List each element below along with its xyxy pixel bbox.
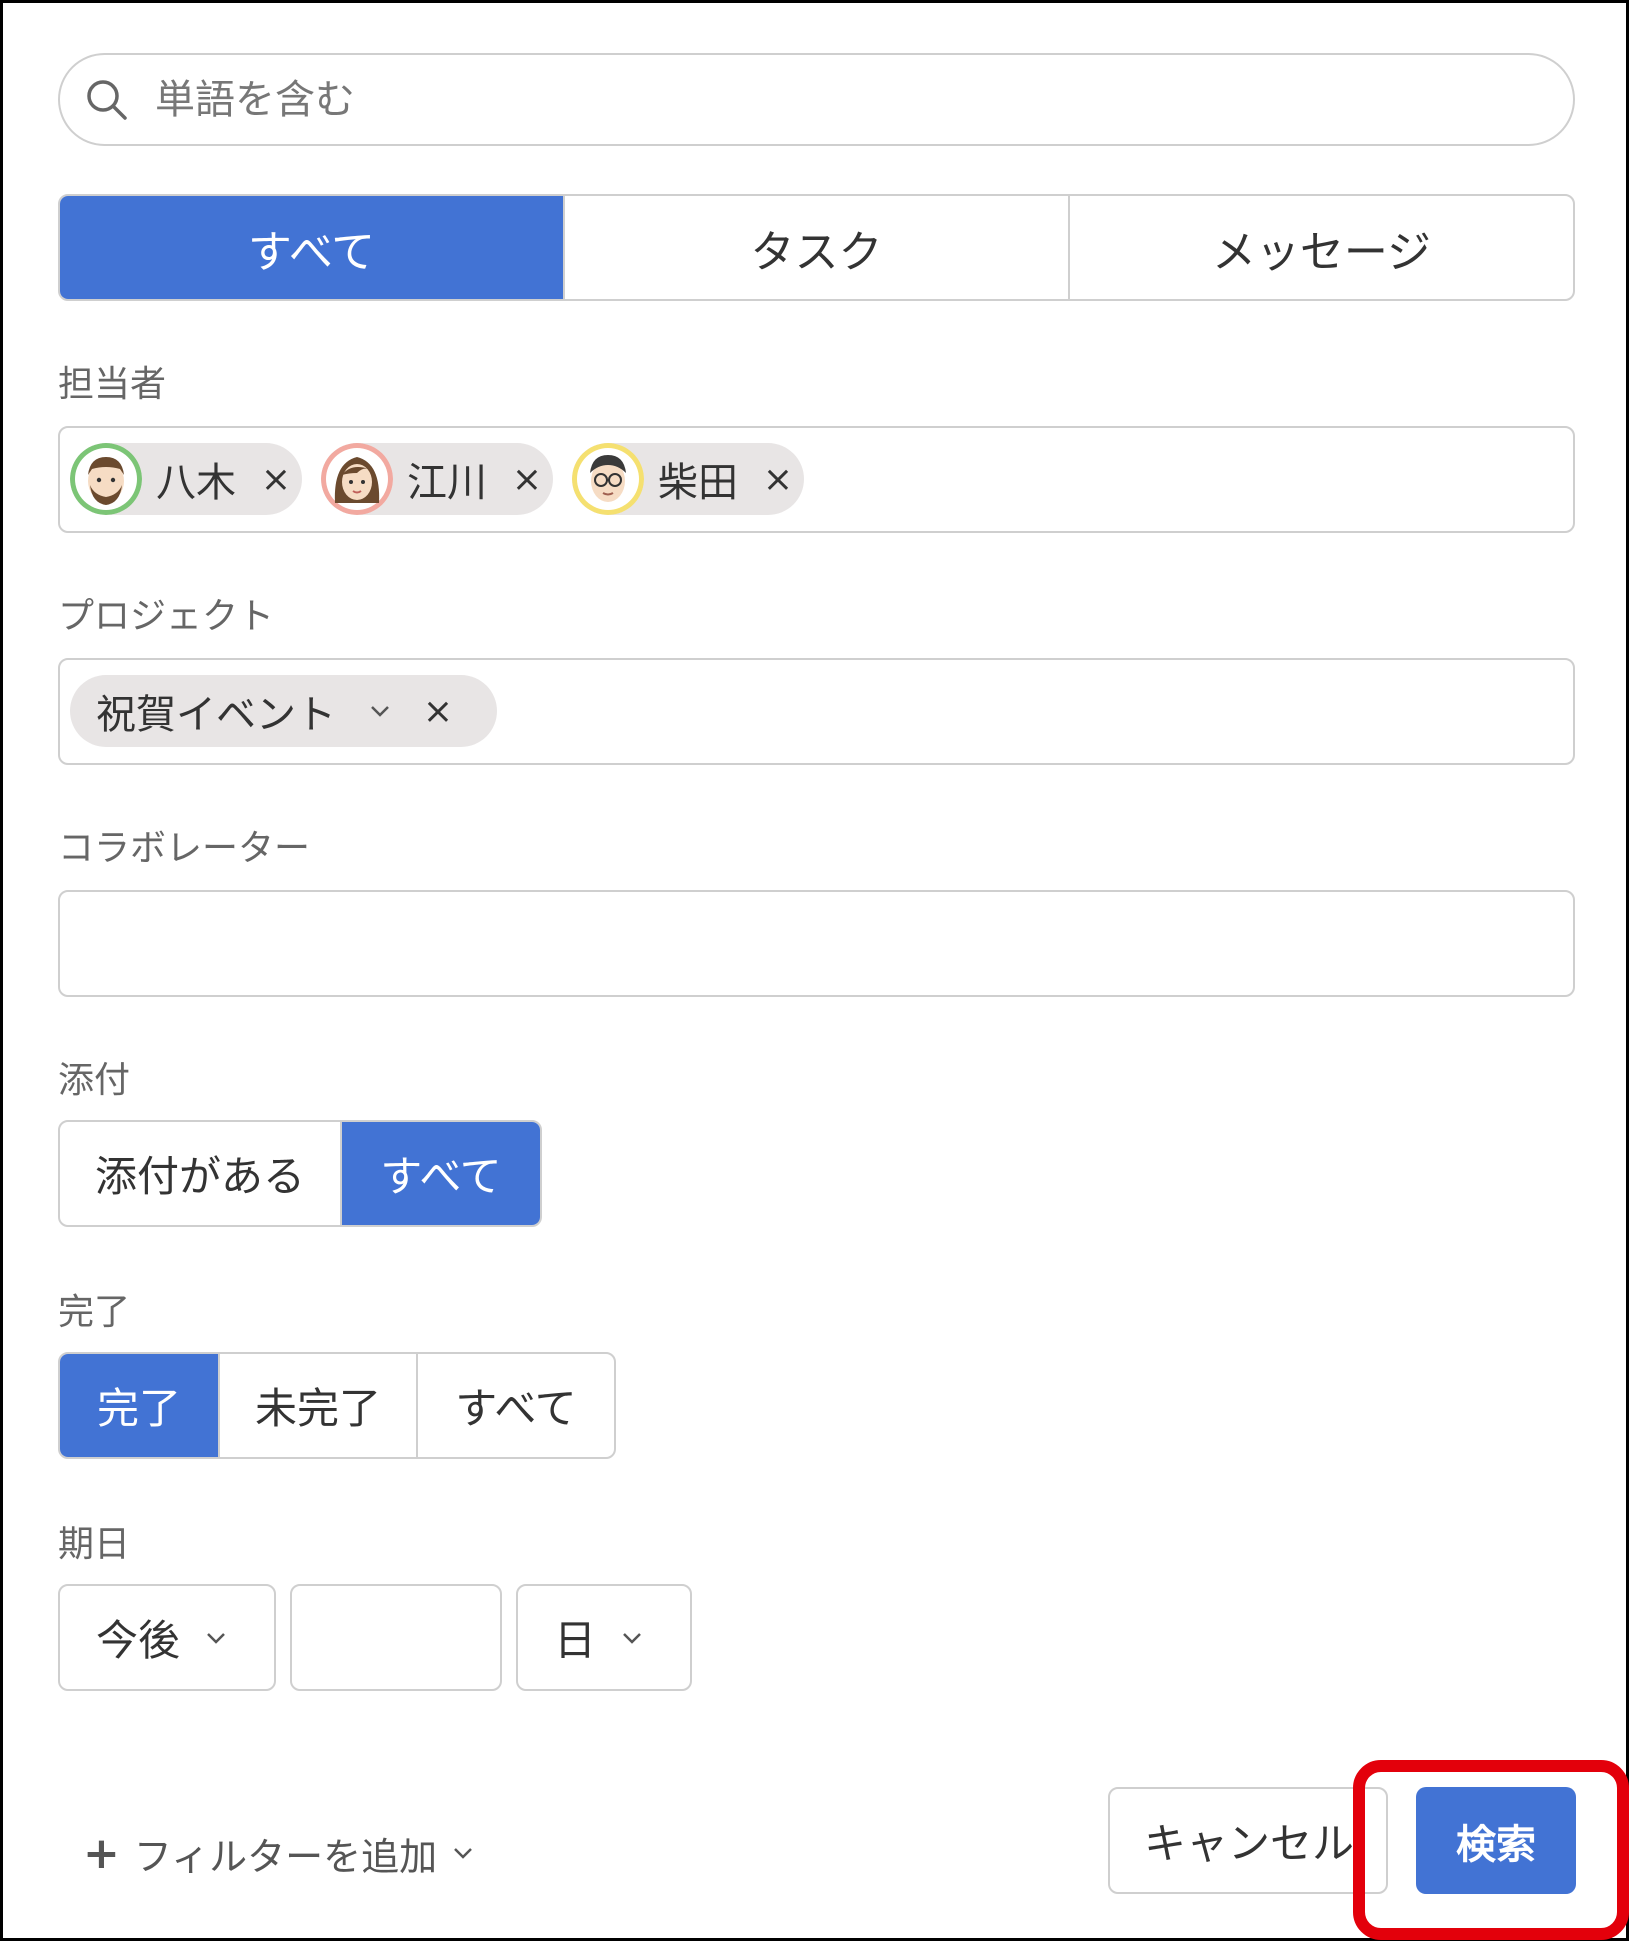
search-box[interactable] xyxy=(58,53,1575,146)
chevron-down-icon xyxy=(202,1624,230,1652)
due-date-unit-select[interactable]: 日 xyxy=(516,1584,692,1691)
tab-all[interactable]: すべて xyxy=(60,196,565,299)
chip-label: 江川 xyxy=(407,460,487,506)
close-icon: × xyxy=(511,458,543,500)
assignee-chip: 柴田 × xyxy=(572,443,804,515)
completion-toggle: 完了 未完了 すべて xyxy=(58,1352,616,1459)
assignee-label: 担当者 xyxy=(58,364,167,405)
search-button[interactable]: 検索 xyxy=(1416,1787,1576,1894)
add-filter-button[interactable]: + フィルターを追加 xyxy=(83,1823,477,1883)
due-date-amount-input[interactable] xyxy=(290,1584,502,1691)
chevron-down-icon xyxy=(618,1624,646,1652)
remove-assignee-button[interactable]: × xyxy=(760,458,796,500)
remove-assignee-button[interactable]: × xyxy=(258,458,294,500)
attachment-has-option[interactable]: 添付がある xyxy=(60,1122,342,1225)
attachment-all-option[interactable]: すべて xyxy=(342,1122,540,1225)
attachment-label: 添付 xyxy=(58,1060,131,1101)
completion-done-option[interactable]: 完了 xyxy=(60,1354,220,1457)
tab-messages[interactable]: メッセージ xyxy=(1070,196,1573,299)
chevron-down-icon[interactable] xyxy=(366,697,394,725)
due-date-label: 期日 xyxy=(58,1524,131,1565)
plus-icon: + xyxy=(83,1827,120,1879)
due-date-unit-value: 日 xyxy=(554,1616,597,1665)
due-date-direction-select[interactable]: 今後 xyxy=(58,1584,276,1691)
chip-label: 柴田 xyxy=(658,460,738,506)
collaborator-label: コラボレーター xyxy=(58,828,311,869)
completion-label: 完了 xyxy=(58,1292,131,1333)
completion-incomplete-option[interactable]: 未完了 xyxy=(220,1354,418,1457)
chip-label: 祝賀イベント xyxy=(96,692,336,738)
search-icon xyxy=(84,77,130,123)
tab-tasks[interactable]: タスク xyxy=(565,196,1070,299)
close-icon: × xyxy=(260,458,292,500)
remove-assignee-button[interactable]: × xyxy=(509,458,545,500)
assignee-chip: 江川 × xyxy=(321,443,553,515)
chevron-down-icon xyxy=(449,1839,477,1867)
avatar xyxy=(321,443,393,515)
chip-label: 八木 xyxy=(156,460,236,506)
assignee-chip: 八木 × xyxy=(70,443,302,515)
collaborator-field[interactable] xyxy=(58,890,1575,997)
attachment-toggle: 添付がある すべて xyxy=(58,1120,542,1227)
due-date-direction-value: 今後 xyxy=(96,1616,181,1665)
close-icon: × xyxy=(422,690,454,732)
avatar xyxy=(572,443,644,515)
type-tabs: すべて タスク メッセージ xyxy=(58,194,1575,301)
project-chip: 祝賀イベント × xyxy=(70,675,497,747)
remove-project-button[interactable]: × xyxy=(420,690,456,732)
close-icon: × xyxy=(762,458,794,500)
project-label: プロジェクト xyxy=(58,596,275,637)
add-filter-label: フィルターを追加 xyxy=(133,1834,438,1879)
cancel-button[interactable]: キャンセル xyxy=(1108,1787,1388,1894)
project-field[interactable]: 祝賀イベント × xyxy=(58,658,1575,765)
completion-all-option[interactable]: すべて xyxy=(418,1354,614,1457)
search-filter-panel: すべて タスク メッセージ 担当者 八木 × xyxy=(0,0,1629,1941)
assignee-field[interactable]: 八木 × 江川 × 柴田 × xyxy=(58,426,1575,533)
avatar xyxy=(70,443,142,515)
search-input[interactable] xyxy=(155,65,1535,135)
